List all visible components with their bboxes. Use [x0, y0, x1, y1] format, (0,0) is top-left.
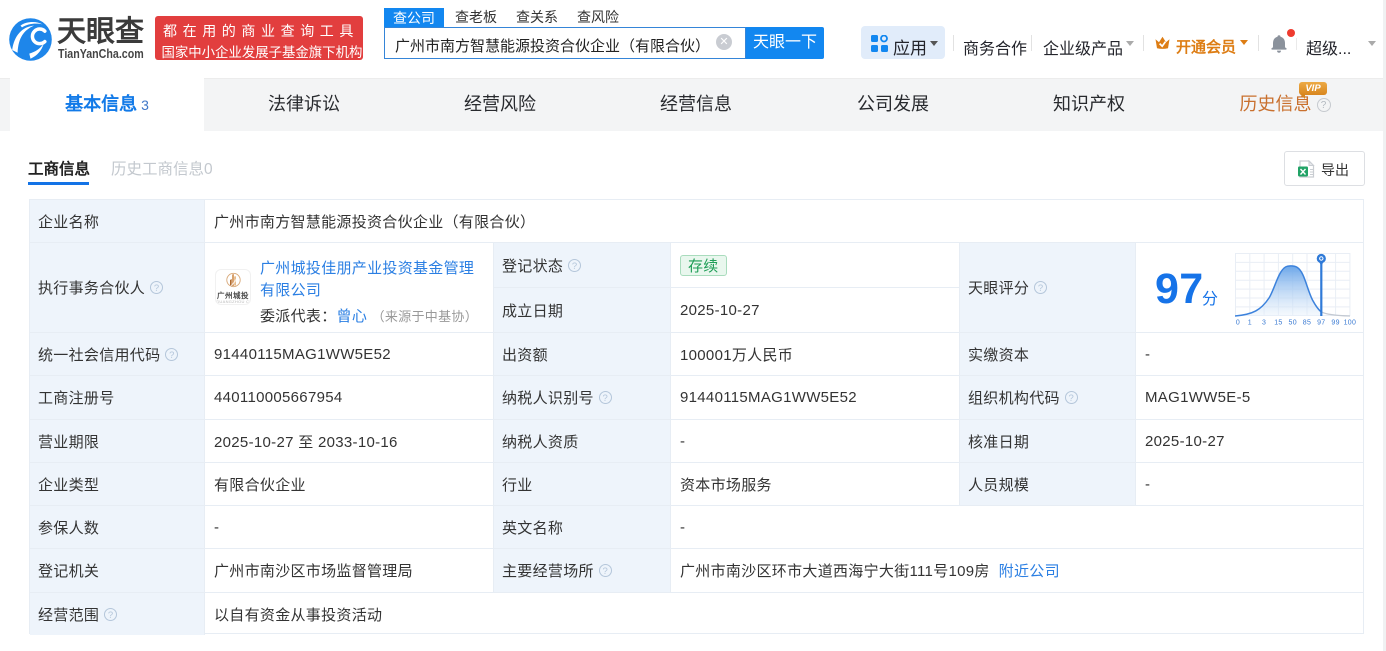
svg-text:100: 100	[1344, 320, 1357, 327]
svg-text:0: 0	[1236, 320, 1240, 327]
svg-text:1: 1	[1248, 320, 1252, 327]
svg-text:50: 50	[1289, 320, 1297, 327]
svg-text:15: 15	[1274, 320, 1282, 327]
svg-text:3: 3	[1262, 320, 1266, 327]
svg-text:97: 97	[1317, 320, 1325, 327]
svg-text:85: 85	[1303, 320, 1311, 327]
svg-text:99: 99	[1331, 320, 1339, 327]
